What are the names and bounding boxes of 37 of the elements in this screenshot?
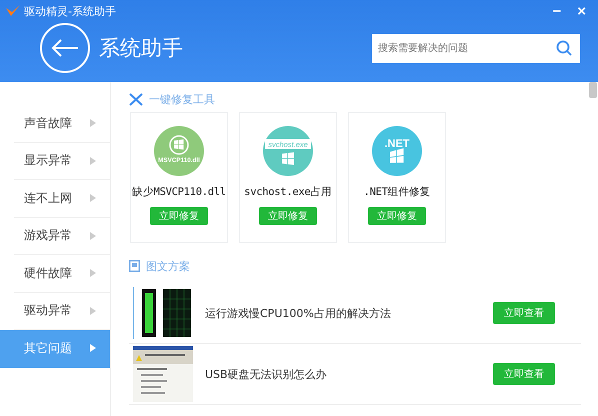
sidebar-item[interactable]: 显示异常 [14, 142, 110, 180]
tool-label: 缺少MSVCP110.dll [132, 185, 226, 199]
caret-icon [90, 156, 96, 165]
document-icon [129, 260, 140, 272]
back-arrow-icon[interactable] [51, 38, 79, 58]
sidebar-item[interactable]: 硬件故障 [14, 255, 110, 292]
sidebar-item[interactable]: 其它问题 [0, 330, 110, 368]
repair-button[interactable]: 立即修复 [259, 207, 317, 225]
window-title: 驱动精灵-系统助手 [24, 4, 117, 18]
scrollbar-drawing[interactable] [589, 82, 597, 98]
back-button[interactable] [40, 23, 90, 73]
repair-button[interactable]: 立即修复 [368, 207, 426, 225]
caret-icon [90, 232, 96, 240]
section-title: 图文方案 [146, 258, 190, 274]
logo-icon [6, 5, 20, 17]
caret-icon [90, 119, 96, 128]
caret-icon [90, 269, 96, 278]
minimize-button[interactable]: − [546, 4, 568, 18]
caret-icon [90, 306, 96, 315]
tool-label: .NET组件修复 [364, 185, 430, 199]
section-title: 一键修复工具 [149, 92, 215, 106]
sidebar-item[interactable]: 游戏异常 [14, 218, 110, 255]
view-button[interactable]: 立即查看 [493, 363, 555, 385]
sidebar-item[interactable]: 连不上网 [14, 180, 110, 218]
caret-icon [90, 194, 96, 202]
search-field[interactable]: 搜索需要解决的问题 [372, 34, 580, 62]
guide-title: USB硬盘无法识别怎么办 [205, 366, 328, 382]
view-button[interactable]: 立即查看 [493, 302, 555, 324]
sidebar-item[interactable]: 声音故障 [14, 105, 110, 142]
page-title: 系统助手 [99, 35, 184, 62]
net-badge-icon: .NET [372, 126, 422, 176]
guide-title: 运行游戏慢CPU100%占用的解决方法 [205, 306, 392, 320]
search-icon[interactable] [556, 40, 572, 56]
repair-button[interactable]: 立即修复 [150, 207, 208, 225]
caret-icon [90, 344, 96, 352]
close-button[interactable]: × [571, 4, 592, 18]
tool-label: svchost.exe占用 [244, 185, 332, 199]
